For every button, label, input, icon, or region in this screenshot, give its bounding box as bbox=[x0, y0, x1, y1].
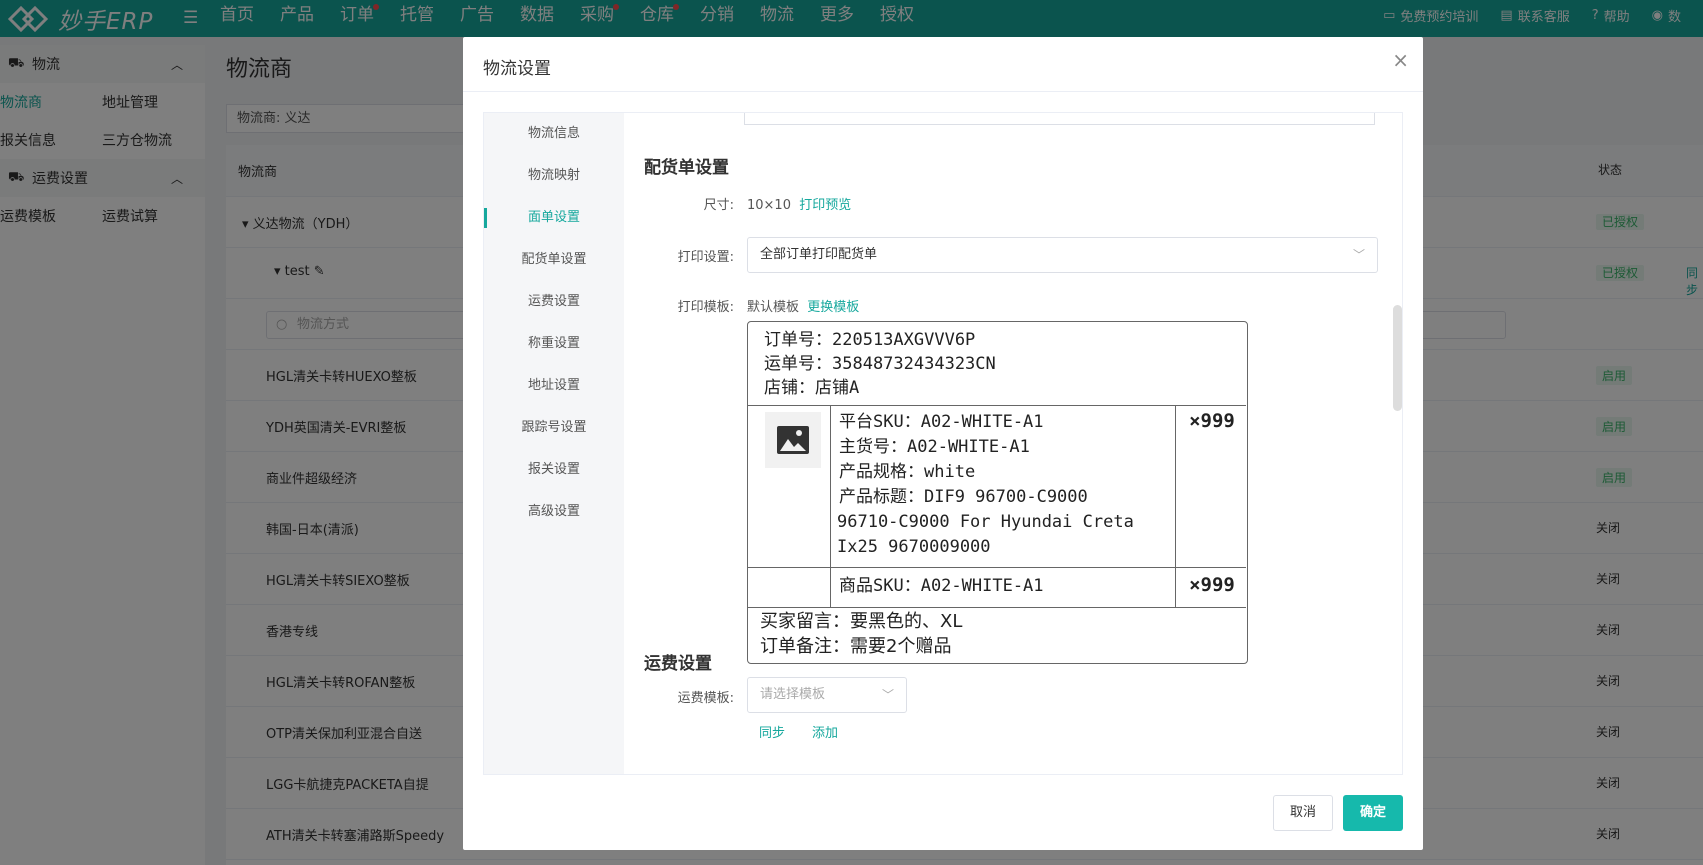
template-text: 默认模板 bbox=[747, 300, 800, 315]
size-value: 10×10 打印预览 bbox=[747, 194, 851, 213]
template-value: 默认模板 更换模板 bbox=[747, 296, 859, 315]
tab-advanced[interactable]: 高级设置 bbox=[484, 491, 624, 533]
preview-item-block: 平台SKU：A02-WHITE-A1 主货号：A02-WHITE-A1 产品规格… bbox=[748, 406, 1246, 568]
preview-buyer-msg: 买家留言：要黑色的、XL bbox=[760, 611, 963, 632]
settings-content: 配货单设置 尺寸: 10×10 打印预览 打印设置: 全部订单打印配货单 ﹀ 打… bbox=[624, 113, 1402, 774]
preview-spec: 产品规格：white bbox=[839, 462, 976, 482]
preview-item-sku: 商品SKU：A02-WHITE-A1 bbox=[830, 568, 1176, 608]
freight-section-title: 运费设置 bbox=[644, 654, 712, 674]
preview-shop: 店铺：店铺A bbox=[764, 378, 860, 398]
cropped-input[interactable] bbox=[744, 113, 1375, 125]
preview-qty: ×999 bbox=[1189, 574, 1235, 596]
tab-freight[interactable]: 运费设置 bbox=[484, 281, 624, 323]
freight-template-select[interactable]: 请选择模板 ﹀ bbox=[747, 677, 907, 713]
preview-main-no: 主货号：A02-WHITE-A1 bbox=[839, 437, 1030, 457]
size-label: 尺寸: bbox=[703, 198, 734, 213]
logistics-settings-modal: 物流设置 × 物流信息 物流映射 面单设置 配货单设置 运费设置 称重设置 地址… bbox=[463, 37, 1423, 850]
modal-title: 物流设置 bbox=[483, 59, 551, 79]
preview-notes-block: 买家留言：要黑色的、XL 订单备注：需要2个赠品 bbox=[748, 608, 1246, 659]
preview-qty: ×999 bbox=[1189, 410, 1235, 432]
modal-body: 物流信息 物流映射 面单设置 配货单设置 运费设置 称重设置 地址设置 跟踪号设… bbox=[483, 112, 1403, 775]
preview-order-no: 订单号：220513AXGVVV6P bbox=[764, 330, 976, 350]
freight-template-placeholder: 请选择模板 bbox=[760, 687, 826, 702]
close-icon[interactable]: × bbox=[1392, 48, 1409, 72]
freight-sync-link[interactable]: 同步 bbox=[759, 722, 785, 741]
packing-section-title: 配货单设置 bbox=[644, 158, 729, 178]
chevron-down-icon: ﹀ bbox=[881, 688, 894, 702]
print-setting-value: 全部订单打印配货单 bbox=[760, 247, 878, 262]
print-preview-link[interactable]: 打印预览 bbox=[799, 198, 851, 213]
image-placeholder-icon bbox=[765, 412, 821, 468]
preview-waybill-no: 运单号：35848732434323CN bbox=[764, 354, 996, 374]
preview-platform-sku: 平台SKU：A02-WHITE-A1 bbox=[839, 412, 1044, 432]
tab-customs[interactable]: 报关设置 bbox=[484, 449, 624, 491]
tab-logistics-info[interactable]: 物流信息 bbox=[484, 113, 624, 155]
preview-title-2: 96710-C9000 For Hyundai Creta bbox=[837, 512, 1134, 532]
print-setting-select[interactable]: 全部订单打印配货单 ﹀ bbox=[747, 237, 1378, 273]
print-setting-label: 打印设置: bbox=[677, 250, 734, 265]
modal-scrollbar[interactable] bbox=[1393, 305, 1402, 411]
tab-weighing[interactable]: 称重设置 bbox=[484, 323, 624, 365]
cancel-button[interactable]: 取消 bbox=[1273, 795, 1333, 831]
modal-header: 物流设置 × bbox=[463, 37, 1423, 92]
packing-list-preview: 订单号：220513AXGVVV6P 运单号：35848732434323CN … bbox=[747, 321, 1248, 664]
preview-item-info: 平台SKU：A02-WHITE-A1 主货号：A02-WHITE-A1 产品规格… bbox=[830, 406, 1176, 568]
template-label: 打印模板: bbox=[677, 300, 734, 315]
preview-title-3: Ix25 9670009000 bbox=[837, 537, 991, 557]
size-text: 10×10 bbox=[747, 198, 791, 213]
change-template-link[interactable]: 更换模板 bbox=[807, 300, 859, 315]
tab-packing-list[interactable]: 配货单设置 bbox=[484, 239, 624, 281]
freight-add-link[interactable]: 添加 bbox=[812, 722, 838, 741]
preview-order-block: 订单号：220513AXGVVV6P 运单号：35848732434323CN … bbox=[748, 322, 1246, 406]
tab-label-settings[interactable]: 面单设置 bbox=[484, 197, 624, 239]
preview-title-1: 产品标题：DIF9 96700-C9000 bbox=[839, 487, 1088, 507]
settings-tabs: 物流信息 物流映射 面单设置 配货单设置 运费设置 称重设置 地址设置 跟踪号设… bbox=[484, 113, 624, 774]
chevron-down-icon: ﹀ bbox=[1352, 248, 1365, 262]
preview-order-note: 订单备注：需要2个赠品 bbox=[760, 636, 952, 657]
preview-sku-block: 商品SKU：A02-WHITE-A1 ×999 bbox=[748, 568, 1246, 608]
tab-address[interactable]: 地址设置 bbox=[484, 365, 624, 407]
tab-tracking[interactable]: 跟踪号设置 bbox=[484, 407, 624, 449]
confirm-button[interactable]: 确定 bbox=[1343, 795, 1403, 831]
tab-logistics-mapping[interactable]: 物流映射 bbox=[484, 155, 624, 197]
freight-template-label: 运费模板: bbox=[677, 691, 734, 706]
